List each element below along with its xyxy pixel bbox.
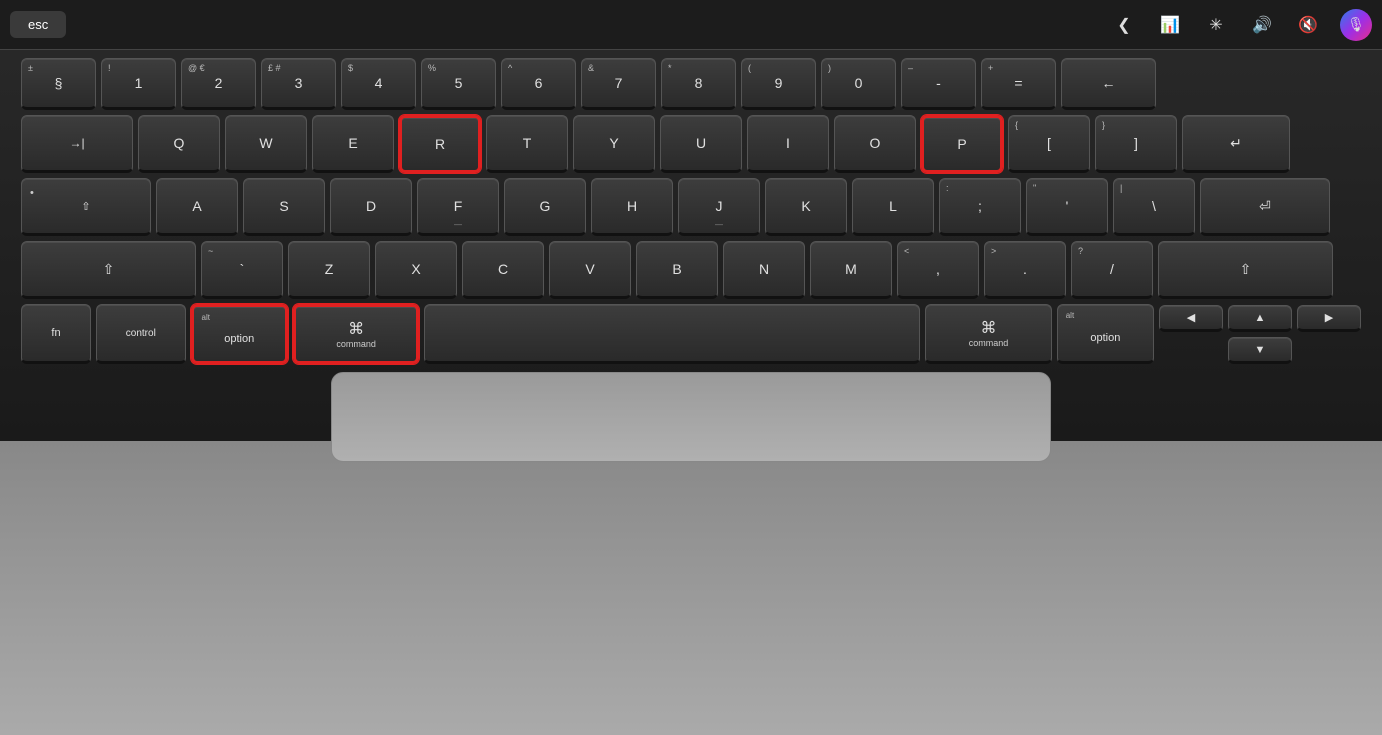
arrow-up-key[interactable]: ▲ [1228,305,1292,332]
key-q[interactable]: Q [138,115,220,173]
asdf-row: • ⇧ A S D F — G H J — K L : ; " [21,178,1361,236]
control-key[interactable]: control [96,304,185,364]
key-0[interactable]: ) 0 [821,58,896,110]
tab-key[interactable]: →| [21,115,133,173]
keyboard-area: ± § ! 1 @ € 2 £ # 3 $ 4 % 5 [21,58,1361,364]
key-j[interactable]: J — [678,178,760,236]
key-8[interactable]: * 8 [661,58,736,110]
fn-key[interactable]: fn [21,304,91,364]
key-k[interactable]: K [765,178,847,236]
key-section[interactable]: ± § [21,58,96,110]
modifier-row: fn control alt option ⌘ command ⌘ comman… [21,304,1361,364]
arrow-down-key[interactable]: ▼ [1228,337,1292,364]
key-5[interactable]: % 5 [421,58,496,110]
mute-icon[interactable]: 🔇 [1294,11,1322,39]
option-right-key[interactable]: alt option [1057,304,1154,364]
key-x[interactable]: X [375,241,457,299]
caps-lock-key[interactable]: • ⇧ [21,178,151,236]
key-n[interactable]: N [723,241,805,299]
arrow-up-down: ▲ ▼ [1228,305,1292,364]
trackpad-area [21,372,1361,462]
key-r[interactable]: R [399,115,481,173]
key-1[interactable]: ! 1 [101,58,176,110]
key-o[interactable]: O [834,115,916,173]
key-quote[interactable]: " ' [1026,178,1108,236]
arrow-left-key[interactable]: ◀ [1159,305,1223,332]
key-w[interactable]: W [225,115,307,173]
return-key-top[interactable]: ↵ [1182,115,1290,173]
key-tilde[interactable]: ~ ` [201,241,283,299]
esc-key[interactable]: esc [10,11,66,38]
key-f[interactable]: F — [417,178,499,236]
key-s[interactable]: S [243,178,325,236]
touch-bar-icons: ❮ 📊 ✳ 🔊 🔇 🎙 [1110,9,1372,41]
key-l[interactable]: L [852,178,934,236]
key-h[interactable]: H [591,178,673,236]
delete-key[interactable]: ← [1061,58,1156,110]
key-b[interactable]: B [636,241,718,299]
key-u[interactable]: U [660,115,742,173]
arrow-right-key[interactable]: ▶ [1297,305,1361,332]
key-bracket-right[interactable]: } ] [1095,115,1177,173]
key-minus[interactable]: – - [901,58,976,110]
key-comma[interactable]: < , [897,241,979,299]
key-slash[interactable]: ? / [1071,241,1153,299]
key-9[interactable]: ( 9 [741,58,816,110]
key-e[interactable]: E [312,115,394,173]
key-d[interactable]: D [330,178,412,236]
brightness-icon[interactable]: ✳ [1202,11,1230,39]
key-2[interactable]: @ € 2 [181,58,256,110]
qwerty-row: →| Q W E R T Y U I O P { [ } ] ↵ [21,115,1361,173]
shift-left-key[interactable]: ⇧ [21,241,196,299]
arrow-top-row: ◀ ▲ ▼ ▶ [1159,305,1361,364]
keyboard-background: esc ❮ 📊 ✳ 🔊 🔇 🎙 ± § ! 1 @ € 2 [0,0,1382,735]
key-backslash[interactable]: | \ [1113,178,1195,236]
key-3[interactable]: £ # 3 [261,58,336,110]
key-m[interactable]: M [810,241,892,299]
command-left-key[interactable]: ⌘ command [293,304,420,364]
command-right-key[interactable]: ⌘ command [925,304,1051,364]
key-semicolon[interactable]: : ; [939,178,1021,236]
key-y[interactable]: Y [573,115,655,173]
key-t[interactable]: T [486,115,568,173]
key-6[interactable]: ^ 6 [501,58,576,110]
trackpad[interactable] [331,372,1051,462]
key-7[interactable]: & 7 [581,58,656,110]
return-key[interactable]: ⏎ [1200,178,1330,236]
zxcv-row: ⇧ ~ ` Z X C V B N M < , > . ? / [21,241,1361,299]
key-p[interactable]: P [921,115,1003,173]
number-row: ± § ! 1 @ € 2 £ # 3 $ 4 % 5 [21,58,1361,110]
key-bracket-left[interactable]: { [ [1008,115,1090,173]
key-c[interactable]: C [462,241,544,299]
key-4[interactable]: $ 4 [341,58,416,110]
key-v[interactable]: V [549,241,631,299]
key-z[interactable]: Z [288,241,370,299]
chevron-icon[interactable]: ❮ [1110,11,1138,39]
volume-icon[interactable]: 🔊 [1248,11,1276,39]
key-i[interactable]: I [747,115,829,173]
touch-bar: esc ❮ 📊 ✳ 🔊 🔇 🎙 [0,0,1382,50]
key-g[interactable]: G [504,178,586,236]
waveform-icon[interactable]: 📊 [1156,11,1184,39]
key-equals[interactable]: + = [981,58,1056,110]
key-a[interactable]: A [156,178,238,236]
arrow-key-cluster: ◀ ▲ ▼ ▶ [1159,305,1361,364]
key-period[interactable]: > . [984,241,1066,299]
option-left-key[interactable]: alt option [191,304,288,364]
siri-icon[interactable]: 🎙 [1340,9,1372,41]
shift-right-key[interactable]: ⇧ [1158,241,1333,299]
space-key[interactable] [424,304,920,364]
